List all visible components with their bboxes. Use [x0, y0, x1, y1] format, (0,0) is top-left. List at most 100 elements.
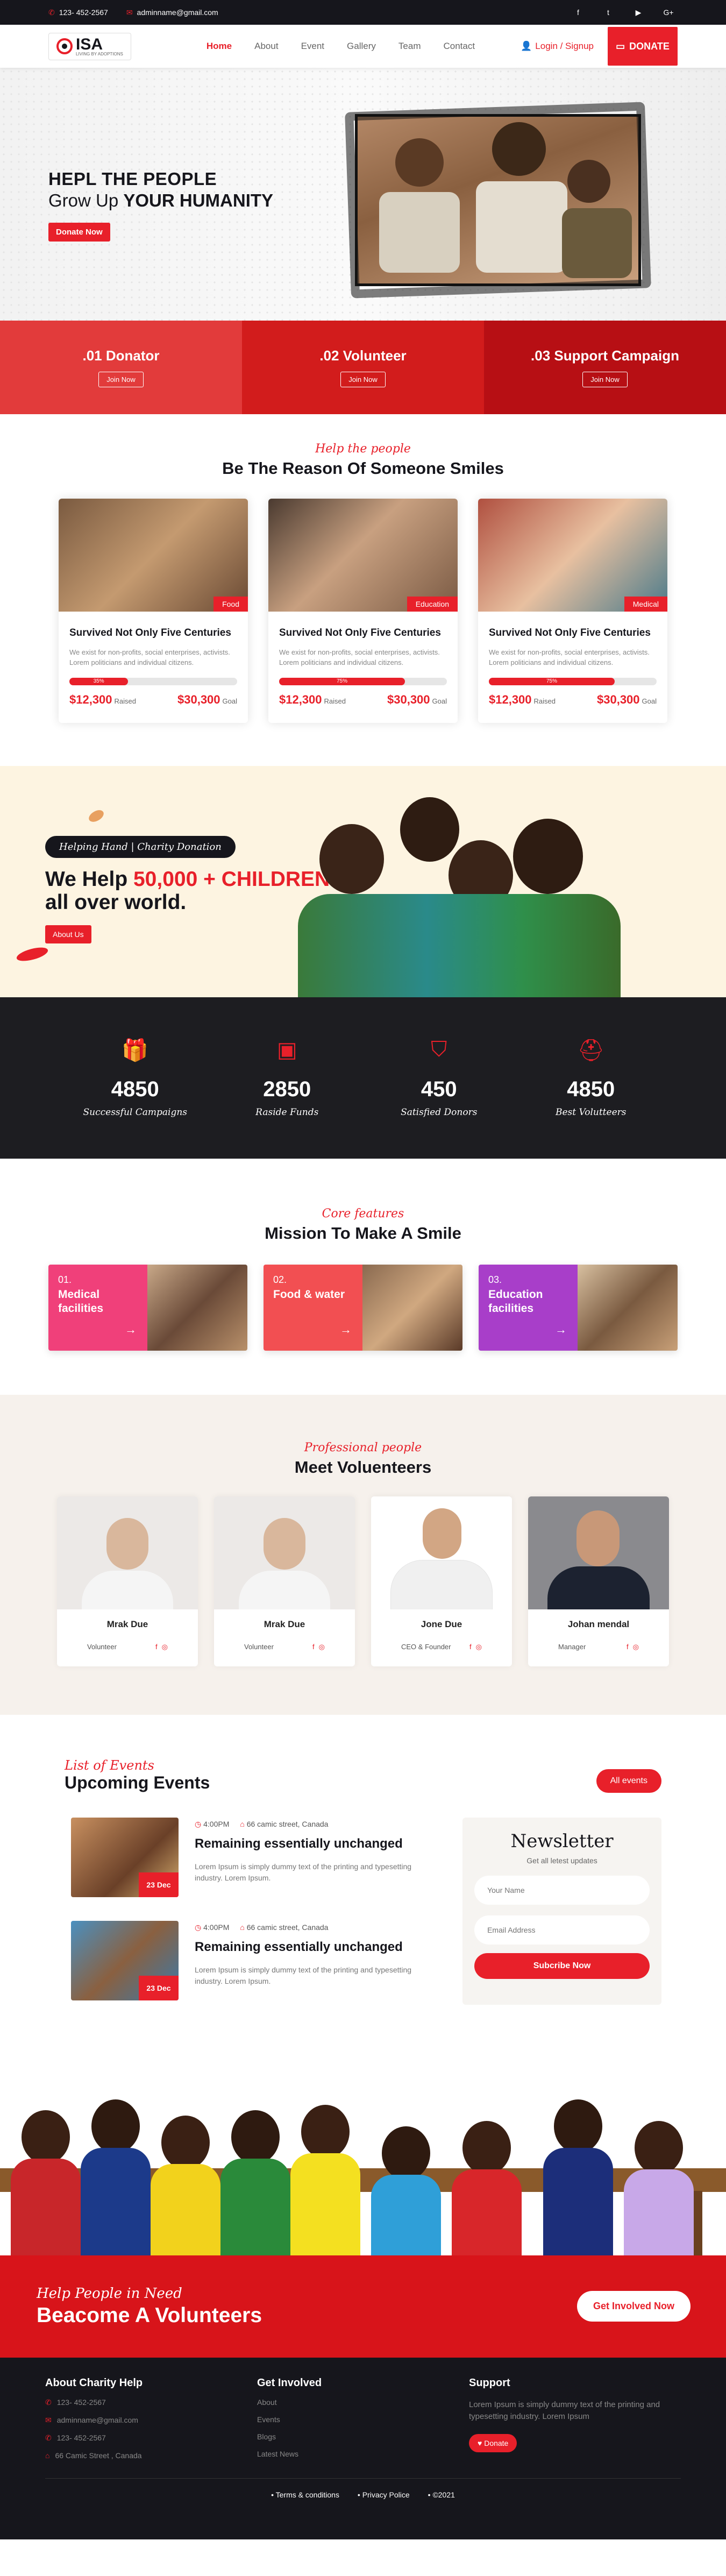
volunteer-icon: ⛑	[577, 1039, 605, 1063]
facebook-icon[interactable]: f	[469, 1643, 472, 1651]
phone-icon: ✆	[45, 2433, 52, 2442]
team-card[interactable]: Mrak Due Volunteer f ◎	[57, 1496, 198, 1666]
cause-photo: Medical	[478, 499, 667, 612]
event-item[interactable]: 23 Dec ◷ 4:00PM ⌂ 66 camic street, Canad…	[71, 1817, 453, 1897]
instagram-icon[interactable]: ◎	[319, 1643, 325, 1651]
all-events-button[interactable]: All events	[596, 1769, 661, 1793]
nav-item-gallery[interactable]: Gallery	[347, 41, 376, 52]
facebook-icon[interactable]: f	[312, 1643, 315, 1651]
footer-link-blogs[interactable]: Blogs	[257, 2432, 276, 2441]
cta-support-join-button[interactable]: Join Now	[582, 372, 628, 387]
hero-line-2: Grow Up YOUR HUMANITY	[48, 190, 273, 211]
google-plus-icon[interactable]: G+	[659, 3, 678, 22]
donate-label: DONATE	[629, 40, 670, 52]
cause-card[interactable]: Education Survived Not Only Five Centuri…	[268, 499, 458, 723]
feature-number: 01.	[58, 1274, 72, 1285]
event-time: 4:00PM	[203, 1819, 230, 1828]
youtube-icon[interactable]: ▶	[629, 3, 647, 22]
footer-email[interactable]: adminname@gmail.com	[57, 2416, 138, 2425]
cause-card[interactable]: Food Survived Not Only Five Centuries We…	[59, 499, 248, 723]
footer-phone-2[interactable]: 123- 452-2567	[57, 2433, 106, 2443]
privacy-link[interactable]: Privacy Police	[358, 2490, 410, 2499]
child-head	[492, 122, 546, 176]
arrow-right-icon[interactable]: →	[555, 1323, 567, 1337]
event-date: 23 Dec	[139, 1872, 179, 1897]
team-cards: Mrak Due Volunteer f ◎ Mrak Due Volunteer…	[0, 1496, 726, 1666]
event-photo: 23 Dec	[71, 1817, 179, 1897]
instagram-icon[interactable]: ◎	[162, 1643, 168, 1651]
hero-donate-button[interactable]: Donate Now	[48, 223, 110, 242]
feature-card[interactable]: 01. Medical facilities →	[48, 1264, 247, 1351]
footer-about: About Charity Help ✆ 123- 452-2567 ✉ admin…	[45, 2377, 257, 2460]
nav-item-home[interactable]: Home	[207, 41, 232, 52]
login-label: Login / Signup	[535, 41, 594, 51]
subscribe-button[interactable]: Subcribe Now	[474, 1953, 650, 1979]
facebook-icon[interactable]: f	[627, 1643, 629, 1651]
footer-link-about[interactable]: About	[257, 2398, 277, 2407]
feature-card[interactable]: 02. Food & water →	[264, 1264, 462, 1351]
login-link[interactable]: 👤 Login / Signup	[521, 41, 594, 52]
donate-button[interactable]: ▭ DONATE	[608, 27, 678, 66]
nav-item-event[interactable]: Event	[301, 41, 324, 52]
feature-card[interactable]: 03. Education facilities →	[479, 1264, 678, 1351]
topbar-email[interactable]: ✉ adminname@gmail.com	[126, 8, 218, 17]
child-shirt	[371, 2174, 441, 2255]
cta-volunteer-join-button[interactable]: Join Now	[340, 372, 386, 387]
event-title[interactable]: Remaining essentially unchanged	[195, 1836, 421, 1851]
cause-goal: $30,300 Goal	[387, 693, 447, 707]
feature-photo	[578, 1264, 678, 1351]
cta-donator-title: .01 Donator	[82, 347, 160, 364]
member-photo	[214, 1496, 355, 1609]
facebook-icon[interactable]: f	[569, 3, 587, 22]
twitter-icon[interactable]: t	[599, 3, 617, 22]
logo[interactable]: ISA LIVING BY ADOPTIONS	[48, 32, 131, 60]
cause-progress-fill: 75%	[279, 677, 405, 685]
cause-progress-fill: 35%	[69, 677, 129, 685]
child-head	[462, 2120, 511, 2175]
topbar-phone[interactable]: ✆ 123- 452-2567	[48, 8, 108, 17]
footer-donate-button[interactable]: ♥ Donate	[469, 2433, 517, 2452]
help-heading-post: all over world.	[45, 890, 187, 914]
nav-item-contact[interactable]: Contact	[443, 41, 475, 52]
volunteer-cta: Help People in Need Beacome A Volunteers…	[0, 2255, 726, 2358]
cause-photo: Food	[59, 499, 248, 612]
instagram-icon[interactable]: ◎	[476, 1643, 482, 1651]
facebook-icon[interactable]: f	[155, 1643, 158, 1651]
child-shirt	[81, 2147, 151, 2255]
team-card[interactable]: Mrak Due Volunteer f ◎	[214, 1496, 355, 1666]
terms-link[interactable]: Terms & conditions	[271, 2490, 339, 2499]
footer-phone[interactable]: 123- 452-2567	[57, 2398, 106, 2407]
child-head	[554, 2099, 602, 2153]
events-script: List of Events	[65, 1757, 154, 1773]
nav-item-about[interactable]: About	[254, 41, 278, 52]
instagram-icon[interactable]: ◎	[633, 1643, 639, 1651]
cta-strip: .01 Donator Join Now .02 Volunteer Join …	[0, 321, 726, 414]
cause-goal: $30,300 Goal	[597, 693, 657, 707]
child-head	[635, 2120, 683, 2175]
cause-card[interactable]: Medical Survived Not Only Five Centuries…	[478, 499, 667, 723]
team-card[interactable]: Jone Due CEO & Founder f ◎	[371, 1496, 512, 1666]
footer-link-events[interactable]: Events	[257, 2415, 280, 2424]
nav-item-team[interactable]: Team	[398, 41, 421, 52]
event-item[interactable]: 23 Dec ◷ 4:00PM ⌂ 66 camic street, Canad…	[71, 1920, 453, 2000]
about-us-button[interactable]: About Us	[45, 925, 91, 943]
causes-script: Help the people	[315, 442, 411, 456]
event-list: 23 Dec ◷ 4:00PM ⌂ 66 camic street, Canad…	[65, 1817, 453, 2024]
feature-card-panel: 03. Education facilities →	[479, 1264, 578, 1351]
cause-progress-bar: 75%	[489, 677, 657, 685]
stat-number: 2850	[263, 1077, 311, 1102]
newsletter-name-input[interactable]	[474, 1875, 650, 1905]
get-involved-button[interactable]: Get Involved Now	[576, 2291, 691, 2322]
stat-label: Satisfied Donors	[401, 1107, 478, 1118]
copyright: ©2021	[428, 2490, 454, 2499]
stat-item: ⛑ 4850 Best Volutteers	[535, 1038, 647, 1118]
event-title[interactable]: Remaining essentially unchanged	[195, 1940, 421, 1955]
cta-donator-join-button[interactable]: Join Now	[98, 372, 144, 387]
team-card[interactable]: Johan mendal Manager f ◎	[528, 1496, 669, 1666]
cta-volunteer: .02 Volunteer Join Now	[242, 321, 484, 414]
arrow-right-icon[interactable]: →	[340, 1323, 352, 1337]
footer-link-latest-news[interactable]: Latest News	[257, 2450, 298, 2458]
arrow-right-icon[interactable]: →	[125, 1323, 137, 1337]
member-suit	[547, 1566, 650, 1609]
newsletter-email-input[interactable]	[474, 1915, 650, 1945]
